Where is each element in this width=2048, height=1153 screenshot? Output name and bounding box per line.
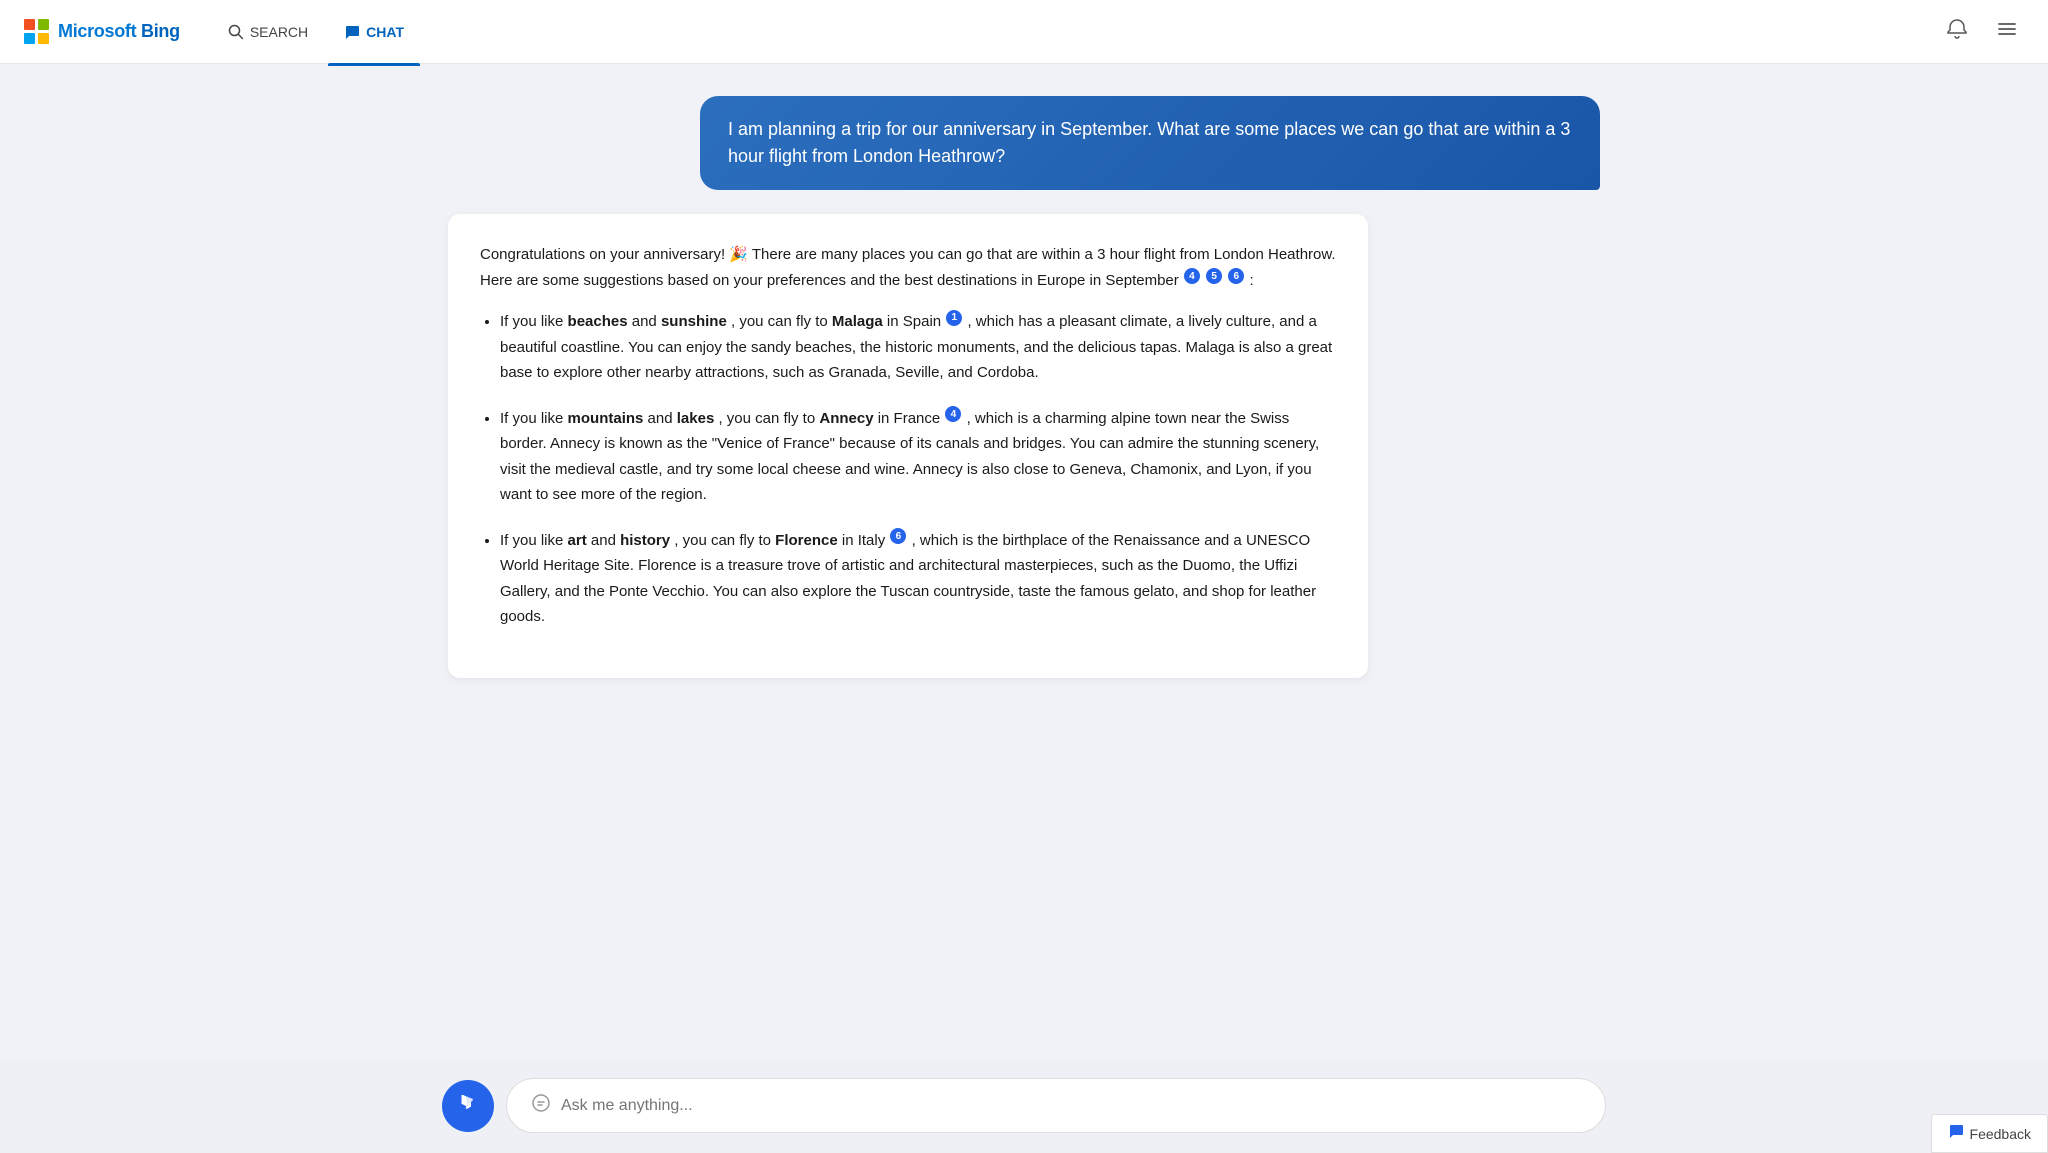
logo[interactable]: Microsoft Bing [24, 19, 180, 45]
item2-dest: Annecy [819, 410, 873, 427]
list-item-malaga: If you like beaches and sunshine , you c… [500, 309, 1336, 386]
item3-mid1: and [591, 532, 620, 549]
search-icon [228, 24, 244, 40]
user-message-text: I am planning a trip for our anniversary… [728, 119, 1570, 166]
list-item-florence: If you like art and history , you can fl… [500, 528, 1336, 630]
cite-6b[interactable]: 6 [890, 528, 906, 544]
logo-sq-blue [24, 33, 35, 44]
list-item-annecy: If you like mountains and lakes , you ca… [500, 406, 1336, 508]
chat-icon [344, 24, 360, 40]
item3-dest: Florence [775, 532, 838, 549]
bell-icon [1946, 18, 1968, 46]
logo-sq-green [38, 19, 49, 30]
item3-bold1: art [568, 532, 587, 549]
header-right [1940, 12, 2024, 52]
notification-button[interactable] [1940, 12, 1974, 52]
item1-prefix: If you like [500, 313, 568, 330]
item1-dest-suffix: in Spain [887, 313, 941, 330]
item1-mid1: and [632, 313, 661, 330]
main-nav: SEARCH CHAT [212, 16, 420, 48]
bing-logo-icon [456, 1091, 480, 1121]
bing-button[interactable] [442, 1080, 494, 1132]
ai-intro-paragraph: Congratulations on your anniversary! 🎉 T… [480, 242, 1336, 293]
ai-suggestion-list: If you like beaches and sunshine , you c… [480, 309, 1336, 630]
nav-chat-label: CHAT [366, 24, 404, 40]
input-chat-icon [531, 1093, 551, 1118]
ai-intro-colon: : [1249, 272, 1253, 289]
item2-bold2: lakes [677, 410, 715, 427]
item2-mid1: and [648, 410, 677, 427]
item1-bold2: sunshine [661, 313, 727, 330]
nav-item-chat[interactable]: CHAT [328, 16, 420, 48]
feedback-icon [1948, 1123, 1964, 1144]
nav-item-search[interactable]: SEARCH [212, 16, 324, 48]
item2-mid2: , you can fly to [718, 410, 819, 427]
cite-4[interactable]: 4 [1184, 268, 1200, 284]
hamburger-icon [1996, 18, 2018, 46]
logo-sq-yellow [38, 33, 49, 44]
menu-button[interactable] [1990, 12, 2024, 52]
item2-prefix: If you like [500, 410, 568, 427]
search-input[interactable] [561, 1097, 1581, 1115]
item1-mid2: , you can fly to [731, 313, 832, 330]
item3-bold2: history [620, 532, 670, 549]
cite-4b[interactable]: 4 [945, 406, 961, 422]
user-message-container: I am planning a trip for our anniversary… [448, 96, 1600, 190]
item1-dest: Malaga [832, 313, 883, 330]
logo-sq-red [24, 19, 35, 30]
item3-prefix: If you like [500, 532, 568, 549]
input-field[interactable] [506, 1078, 1606, 1133]
user-message-bubble: I am planning a trip for our anniversary… [700, 96, 1600, 190]
item2-dest-suffix: in France [878, 410, 941, 427]
header: Microsoft Bing SEARCH CHAT [0, 0, 2048, 64]
nav-search-label: SEARCH [250, 24, 308, 40]
item3-dest-suffix: in Italy [842, 532, 885, 549]
ai-response: Congratulations on your anniversary! 🎉 T… [448, 214, 1368, 678]
feedback-label: Feedback [1970, 1126, 2031, 1142]
input-bar-container [0, 1062, 2048, 1153]
cite-1[interactable]: 1 [946, 310, 962, 326]
item2-bold1: mountains [568, 410, 644, 427]
item1-bold1: beaches [568, 313, 628, 330]
logo-squares [24, 19, 50, 45]
item3-mid2: , you can fly to [674, 532, 775, 549]
main-content: I am planning a trip for our anniversary… [424, 64, 1624, 1153]
logo-text: Microsoft Bing [58, 21, 180, 42]
feedback-button[interactable]: Feedback [1931, 1114, 2048, 1153]
ai-intro-text: Congratulations on your anniversary! 🎉 T… [480, 246, 1336, 289]
cite-5[interactable]: 5 [1206, 268, 1222, 284]
cite-6a[interactable]: 6 [1228, 268, 1244, 284]
